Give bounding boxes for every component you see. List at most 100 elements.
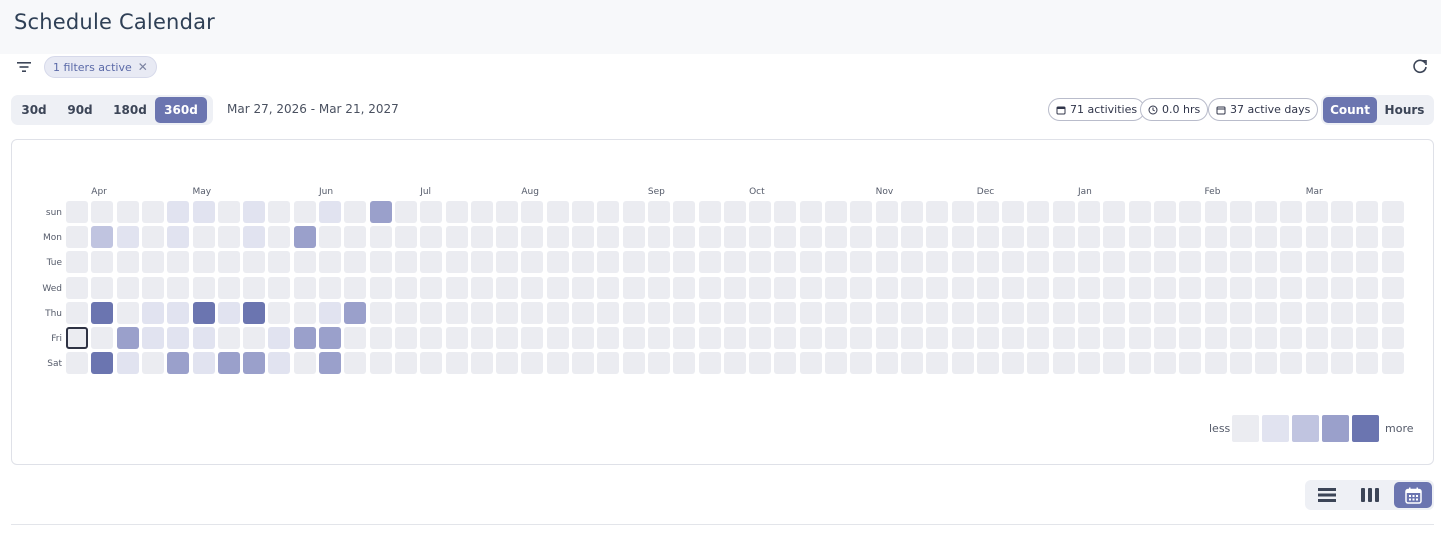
heatmap-cell[interactable] [673, 201, 696, 223]
heatmap-cell[interactable] [293, 301, 316, 324]
heatmap-cell[interactable] [774, 301, 797, 324]
heatmap-cell[interactable] [445, 352, 468, 375]
heatmap-cell[interactable] [572, 301, 594, 324]
heatmap-cell[interactable] [1305, 301, 1328, 324]
heatmap-cell[interactable] [91, 226, 114, 249]
heatmap-cell[interactable] [597, 301, 620, 324]
heatmap-cell[interactable] [926, 251, 949, 274]
heatmap-cell[interactable] [673, 226, 696, 249]
heatmap-cell[interactable] [1153, 327, 1176, 349]
heatmap-cell[interactable] [141, 201, 164, 223]
heatmap-cell[interactable] [774, 327, 797, 349]
heatmap-cell[interactable] [445, 276, 468, 299]
heatmap-cell[interactable] [1179, 201, 1202, 223]
heatmap-cell[interactable] [723, 251, 746, 274]
heatmap-cell[interactable] [192, 251, 215, 274]
heatmap-cell[interactable] [723, 301, 746, 324]
heatmap-cell[interactable] [521, 276, 544, 299]
heatmap-cell[interactable] [91, 276, 114, 299]
heatmap-cell[interactable] [900, 327, 923, 349]
heatmap-cell[interactable] [1179, 352, 1202, 375]
heatmap-cell[interactable] [217, 251, 240, 274]
heatmap-cell[interactable] [268, 251, 291, 274]
heatmap-cell[interactable] [597, 251, 620, 274]
heatmap-cell[interactable] [1002, 327, 1025, 349]
heatmap-cell[interactable] [141, 327, 164, 349]
heatmap-cell[interactable] [1280, 327, 1303, 349]
heatmap-cell[interactable] [825, 352, 847, 375]
heatmap-cell[interactable] [496, 276, 519, 299]
heatmap-cell[interactable] [572, 226, 594, 249]
heatmap-cell[interactable] [496, 251, 519, 274]
heatmap-cell-today[interactable] [66, 327, 88, 349]
heatmap-cell[interactable] [1027, 276, 1050, 299]
heatmap-cell[interactable] [647, 251, 670, 274]
heatmap-cell[interactable] [1331, 276, 1353, 299]
heatmap-cell[interactable] [673, 352, 696, 375]
heatmap-cell[interactable] [1027, 226, 1050, 249]
heatmap-cell[interactable] [698, 226, 721, 249]
heatmap-cell[interactable] [496, 301, 519, 324]
heatmap-cell[interactable] [926, 201, 949, 223]
heatmap-cell[interactable] [1204, 327, 1227, 349]
heatmap-cell[interactable] [546, 327, 569, 349]
heatmap-cell[interactable] [647, 226, 670, 249]
heatmap-cell[interactable] [1052, 301, 1075, 324]
heatmap-cell[interactable] [1305, 276, 1328, 299]
heatmap-cell[interactable] [1331, 251, 1353, 274]
heatmap-cell[interactable] [749, 201, 772, 223]
heatmap-cell[interactable] [1002, 251, 1025, 274]
heatmap-cell[interactable] [926, 301, 949, 324]
heatmap-cell[interactable] [673, 301, 696, 324]
heatmap-cell[interactable] [268, 276, 291, 299]
heatmap-cell[interactable] [622, 276, 645, 299]
heatmap-cell[interactable] [521, 226, 544, 249]
heatmap-cell[interactable] [141, 301, 164, 324]
heatmap-cell[interactable] [951, 201, 974, 223]
range-180d-button[interactable]: 180d [105, 97, 155, 123]
heatmap-cell[interactable] [344, 226, 367, 249]
heatmap-cell[interactable] [1255, 201, 1278, 223]
heatmap-cell[interactable] [1052, 276, 1075, 299]
heatmap-cell[interactable] [850, 352, 873, 375]
heatmap-cell[interactable] [951, 301, 974, 324]
heatmap-cell[interactable] [749, 352, 772, 375]
heatmap-cell[interactable] [496, 327, 519, 349]
heatmap-cell[interactable] [293, 352, 316, 375]
heatmap-cell[interactable] [1153, 276, 1176, 299]
heatmap-cell[interactable] [91, 201, 114, 223]
heatmap-cell[interactable] [698, 276, 721, 299]
heatmap-cell[interactable] [1229, 301, 1252, 324]
heatmap-cell[interactable] [572, 251, 594, 274]
heatmap-cell[interactable] [470, 201, 493, 223]
heatmap-cell[interactable] [1229, 226, 1252, 249]
heatmap-cell[interactable] [243, 251, 266, 274]
heatmap-cell[interactable] [1027, 352, 1050, 375]
heatmap-cell[interactable] [698, 251, 721, 274]
heatmap-cell[interactable] [293, 226, 316, 249]
heatmap-cell[interactable] [167, 276, 190, 299]
heatmap-cell[interactable] [319, 276, 341, 299]
heatmap-cell[interactable] [723, 276, 746, 299]
heatmap-cell[interactable] [116, 251, 139, 274]
heatmap-cell[interactable] [369, 226, 392, 249]
refresh-icon[interactable] [1411, 58, 1429, 76]
heatmap-cell[interactable] [926, 327, 949, 349]
heatmap-cell[interactable] [521, 301, 544, 324]
heatmap-cell[interactable] [900, 276, 923, 299]
heatmap-cell[interactable] [66, 276, 88, 299]
heatmap-cell[interactable] [698, 201, 721, 223]
heatmap-cell[interactable] [546, 201, 569, 223]
heatmap-cell[interactable] [900, 201, 923, 223]
heatmap-cell[interactable] [1153, 226, 1176, 249]
heatmap-cell[interactable] [268, 301, 291, 324]
heatmap-cell[interactable] [647, 352, 670, 375]
heatmap-cell[interactable] [825, 327, 847, 349]
heatmap-cell[interactable] [1204, 301, 1227, 324]
heatmap-cell[interactable] [217, 226, 240, 249]
heatmap-cell[interactable] [141, 352, 164, 375]
heatmap-cell[interactable] [976, 251, 999, 274]
hours-toggle-button[interactable]: Hours [1377, 97, 1432, 123]
heatmap-cell[interactable] [1052, 352, 1075, 375]
heatmap-cell[interactable] [900, 251, 923, 274]
